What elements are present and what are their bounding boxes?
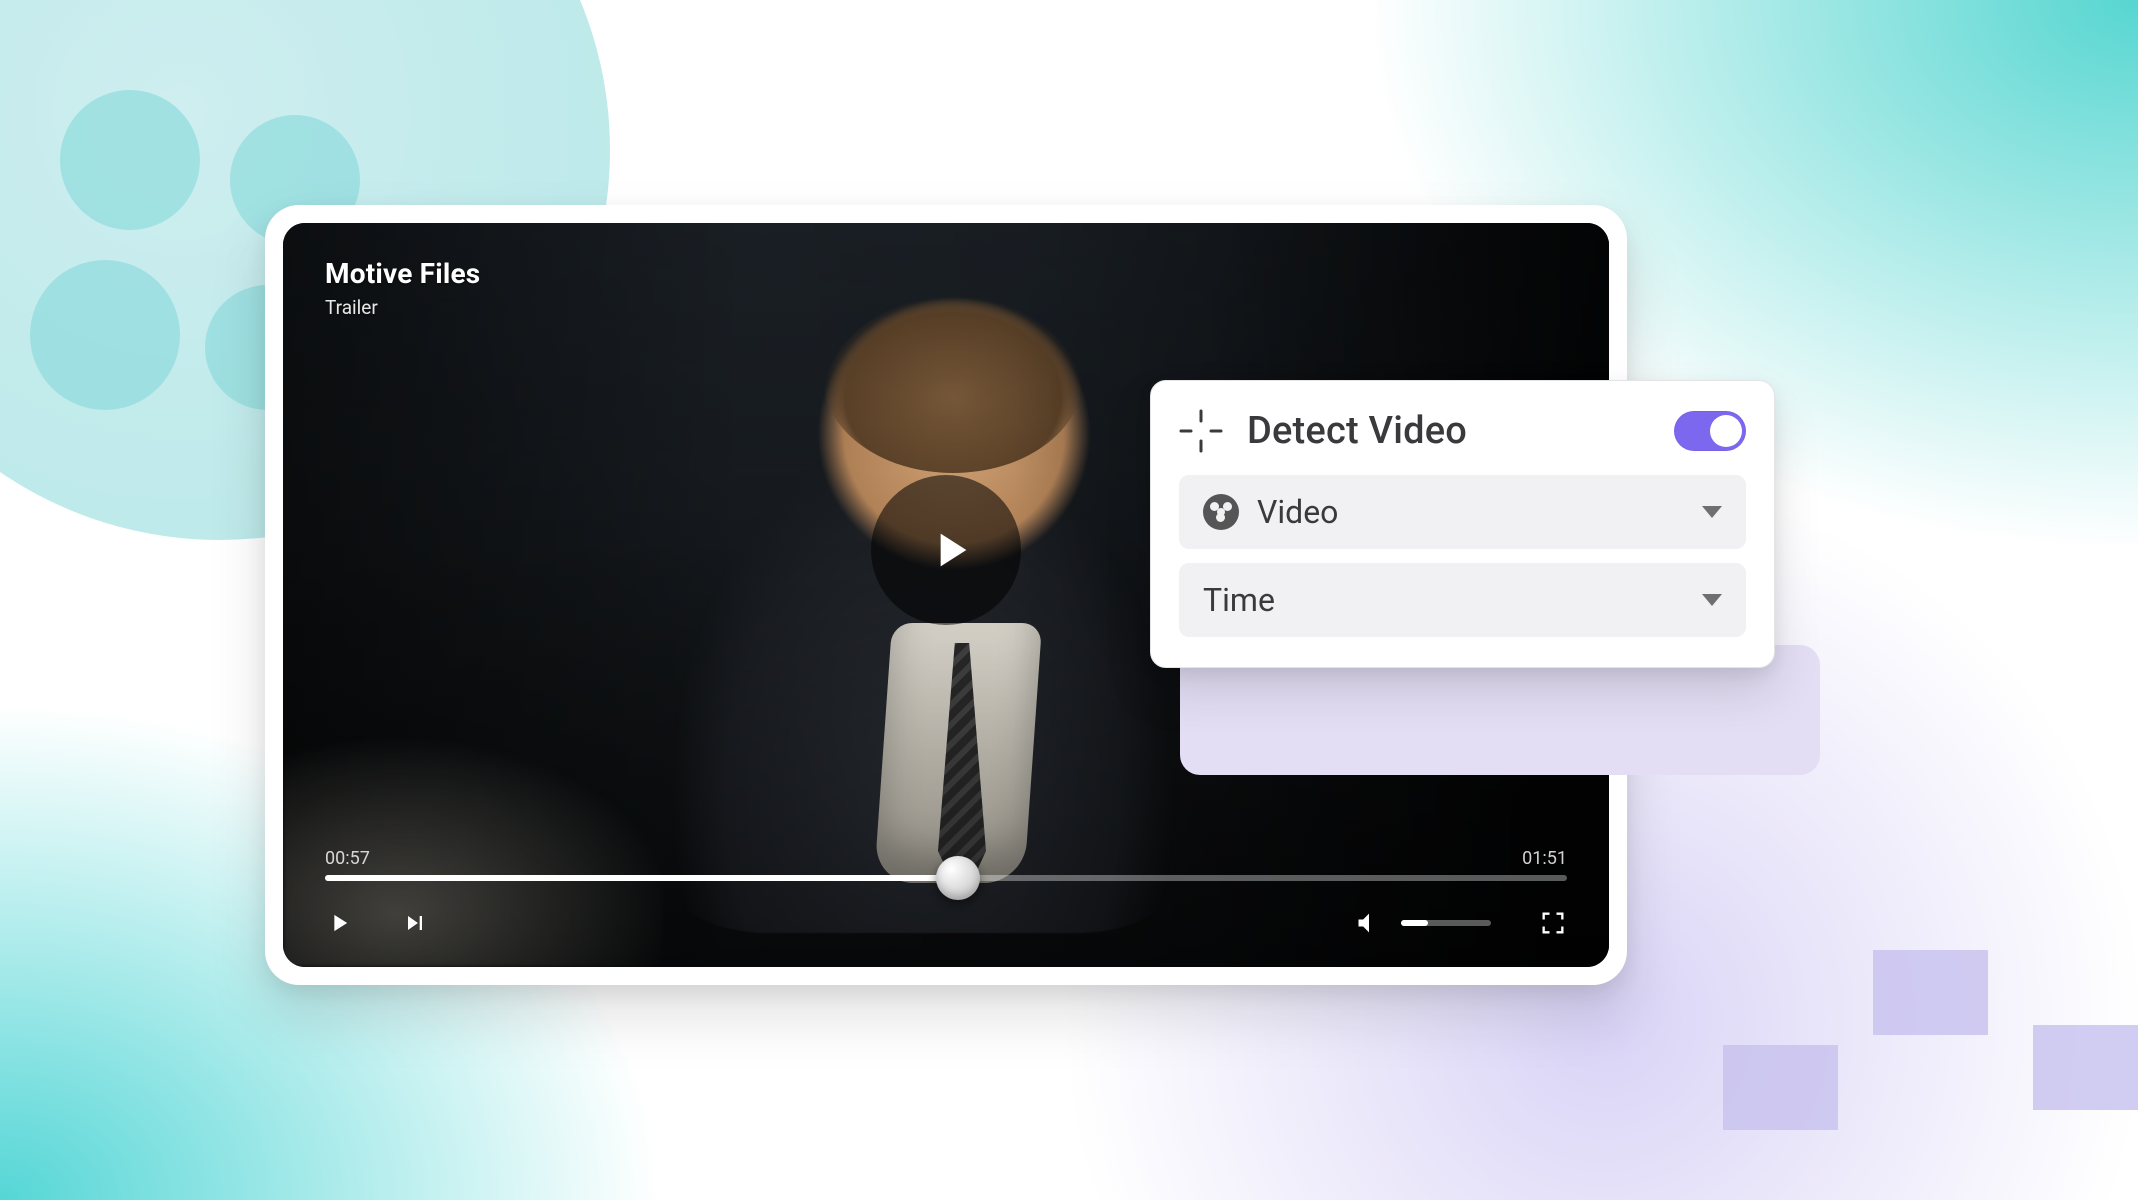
- detect-video-toggle[interactable]: [1674, 411, 1746, 451]
- progress-knob[interactable]: [936, 856, 980, 900]
- play-overlay-button[interactable]: [871, 475, 1021, 625]
- volume-icon[interactable]: [1355, 909, 1383, 937]
- video-controls: 00:57 01:51: [325, 848, 1567, 937]
- control-row: [325, 909, 1567, 937]
- popover-row-label: Time: [1203, 581, 1275, 619]
- duration: 01:51: [1522, 848, 1567, 869]
- popover-title: Detect Video: [1247, 409, 1467, 453]
- video-title-block: Motive Files Trailer: [325, 257, 480, 319]
- deco-square: [1873, 950, 1988, 1035]
- film-reel-icon: [1203, 494, 1239, 530]
- crosshair-icon: [1179, 409, 1223, 453]
- promo-canvas: Motive Files Trailer 00:57 01:51: [0, 0, 2138, 1200]
- detect-video-popover: Detect Video Video Time: [1150, 380, 1775, 668]
- next-button[interactable]: [401, 909, 429, 937]
- popover-header: Detect Video: [1179, 409, 1746, 453]
- progress-fill: [325, 875, 958, 881]
- fullscreen-button[interactable]: [1539, 909, 1567, 937]
- volume-control[interactable]: [1355, 909, 1491, 937]
- play-button[interactable]: [325, 909, 353, 937]
- chevron-down-icon: [1702, 506, 1722, 518]
- volume-bar[interactable]: [1401, 920, 1491, 926]
- video-title: Motive Files: [325, 257, 480, 290]
- progress-bar[interactable]: [325, 875, 1567, 881]
- current-time: 00:57: [325, 848, 370, 869]
- chevron-down-icon: [1702, 594, 1722, 606]
- volume-fill: [1401, 920, 1428, 926]
- popover-row-time[interactable]: Time: [1179, 563, 1746, 637]
- popover-row-video[interactable]: Video: [1179, 475, 1746, 549]
- deco-square: [2033, 1025, 2138, 1110]
- popover-row-label: Video: [1257, 493, 1338, 531]
- video-subtitle: Trailer: [325, 296, 480, 319]
- deco-square: [1723, 1045, 1838, 1130]
- play-icon: [922, 522, 978, 578]
- toggle-knob: [1710, 415, 1742, 447]
